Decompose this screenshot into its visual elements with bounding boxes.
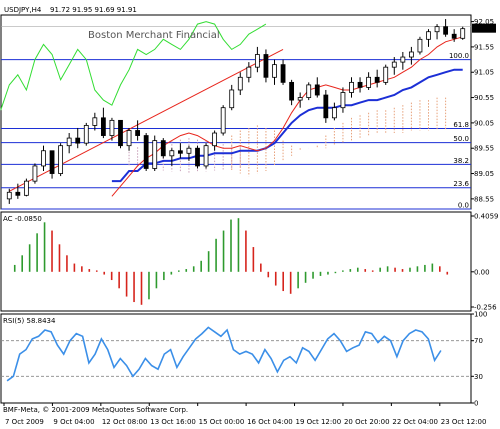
candle-body: [263, 54, 269, 78]
candle-body: [434, 26, 440, 33]
rsi-frame: [0, 313, 472, 404]
ac-tick-label: 0.4059: [474, 213, 499, 221]
price-tick-label: 91.55: [474, 43, 494, 51]
copyright: BMF-Meta, © 2001-2009 MetaQuotes Softwar…: [3, 406, 188, 414]
candle-body: [374, 76, 380, 83]
candle-body: [229, 89, 235, 109]
header-ohlc: 91.72 91.95 91.69 91.91: [50, 6, 137, 14]
price-frame: [0, 14, 472, 210]
candle-body: [314, 84, 320, 96]
candle-body: [323, 94, 329, 119]
fib-level-label: 50.0: [453, 135, 469, 143]
candle-body: [212, 132, 218, 147]
time-tick-label: 9 Oct 04:00: [53, 418, 94, 426]
candle-body: [297, 97, 303, 101]
candle-body: [109, 119, 115, 136]
candle-body: [383, 66, 389, 83]
fib-level-label: 100.0: [449, 52, 469, 60]
rsi-title: RSI(5) 58.8434: [3, 317, 56, 325]
candle-body: [254, 54, 260, 68]
candle-body: [451, 33, 457, 39]
candle-body: [280, 64, 286, 83]
rsi-tick-label: 100: [474, 311, 487, 319]
candle-body: [58, 145, 64, 174]
candle-body: [426, 31, 431, 40]
price-tick-label: 90.55: [474, 94, 494, 102]
price-tick-label: 89.05: [474, 170, 494, 178]
candle-body: [49, 150, 55, 174]
last-price-label: 91.91: [474, 25, 494, 33]
candle-body: [391, 61, 397, 68]
candle-body: [340, 92, 346, 109]
ac-frame: [0, 211, 472, 312]
candle-body: [32, 165, 38, 182]
candle-body: [220, 107, 226, 134]
candle-body: [143, 135, 149, 169]
time-tick-label: 13 Oct 16:00: [150, 418, 196, 426]
ac-title: AC -0.0850: [3, 215, 42, 223]
candle-body: [152, 140, 158, 169]
candle-body: [460, 28, 466, 39]
candle-body: [92, 117, 98, 126]
fib-level-label: 38.2: [453, 157, 469, 165]
price-tick-label: 90.05: [474, 119, 494, 127]
time-tick-label: 12 Oct 08:00: [102, 418, 148, 426]
candle-body: [366, 76, 372, 88]
candle-body: [272, 64, 277, 78]
candle-body: [135, 130, 141, 136]
price-tick-label: 91.05: [474, 69, 494, 77]
watermark: Boston Merchant Financial: [88, 30, 220, 41]
fib-level-label: 23.6: [453, 180, 469, 188]
rsi-tick-label: 30: [474, 373, 483, 381]
candle-body: [237, 76, 243, 91]
candle-body: [400, 56, 406, 63]
candle-body: [15, 191, 21, 196]
chart-svg: 100.061.850.038.223.60.092.0591.5591.059…: [0, 6, 499, 426]
candle-body: [331, 107, 337, 119]
candle-body: [75, 137, 81, 144]
price-tick-label: 89.55: [474, 145, 494, 153]
candle-body: [177, 150, 183, 154]
rsi-tick-label: 70: [474, 337, 483, 345]
candle-body: [306, 84, 312, 98]
rsi-tick-label: 0: [474, 400, 478, 408]
time-tick-label: 15 Oct 00:00: [199, 418, 245, 426]
candle-body: [203, 145, 209, 167]
candle-body: [186, 147, 192, 154]
candle-body: [41, 150, 46, 167]
ac-tick-label: 0.00: [474, 268, 490, 276]
fib-level-label: 61.8: [453, 121, 469, 129]
candle-body: [417, 38, 423, 53]
candle-body: [408, 51, 414, 58]
time-tick-label: 16 Oct 04:00: [247, 418, 293, 426]
candle-body: [160, 140, 166, 157]
time-tick-label: 19 Oct 12:00: [296, 418, 342, 426]
candle-body: [195, 147, 200, 167]
candle-body: [443, 26, 449, 35]
price-tick-label: 88.55: [474, 195, 494, 203]
time-tick-label: 23 Oct 12:00: [441, 418, 487, 426]
candle-body: [118, 119, 123, 147]
candle-body: [6, 191, 12, 200]
candle-body: [169, 150, 175, 157]
candle-body: [83, 125, 89, 144]
price-panel: 100.061.850.038.223.60.092.0591.5591.059…: [0, 14, 496, 210]
candle-body: [66, 137, 72, 147]
candle-body: [357, 81, 363, 88]
candle-body: [289, 81, 295, 101]
candle-body: [246, 66, 252, 78]
rsi-panel: 100 70 30 0: [0, 311, 487, 408]
fib-level-label: 0.0: [458, 202, 469, 210]
candle-body: [126, 130, 132, 147]
time-tick-label: 20 Oct 20:00: [344, 418, 390, 426]
candle-body: [100, 117, 106, 136]
time-tick-label: 7 Oct 2009: [5, 418, 44, 426]
candle-body: [23, 180, 29, 196]
header-symbol: USDJPY,H4: [4, 6, 42, 14]
time-tick-label: 22 Oct 04:00: [392, 418, 438, 426]
ac-panel: 0.40590.00-0.256: [0, 211, 499, 312]
candle-body: [349, 81, 354, 93]
